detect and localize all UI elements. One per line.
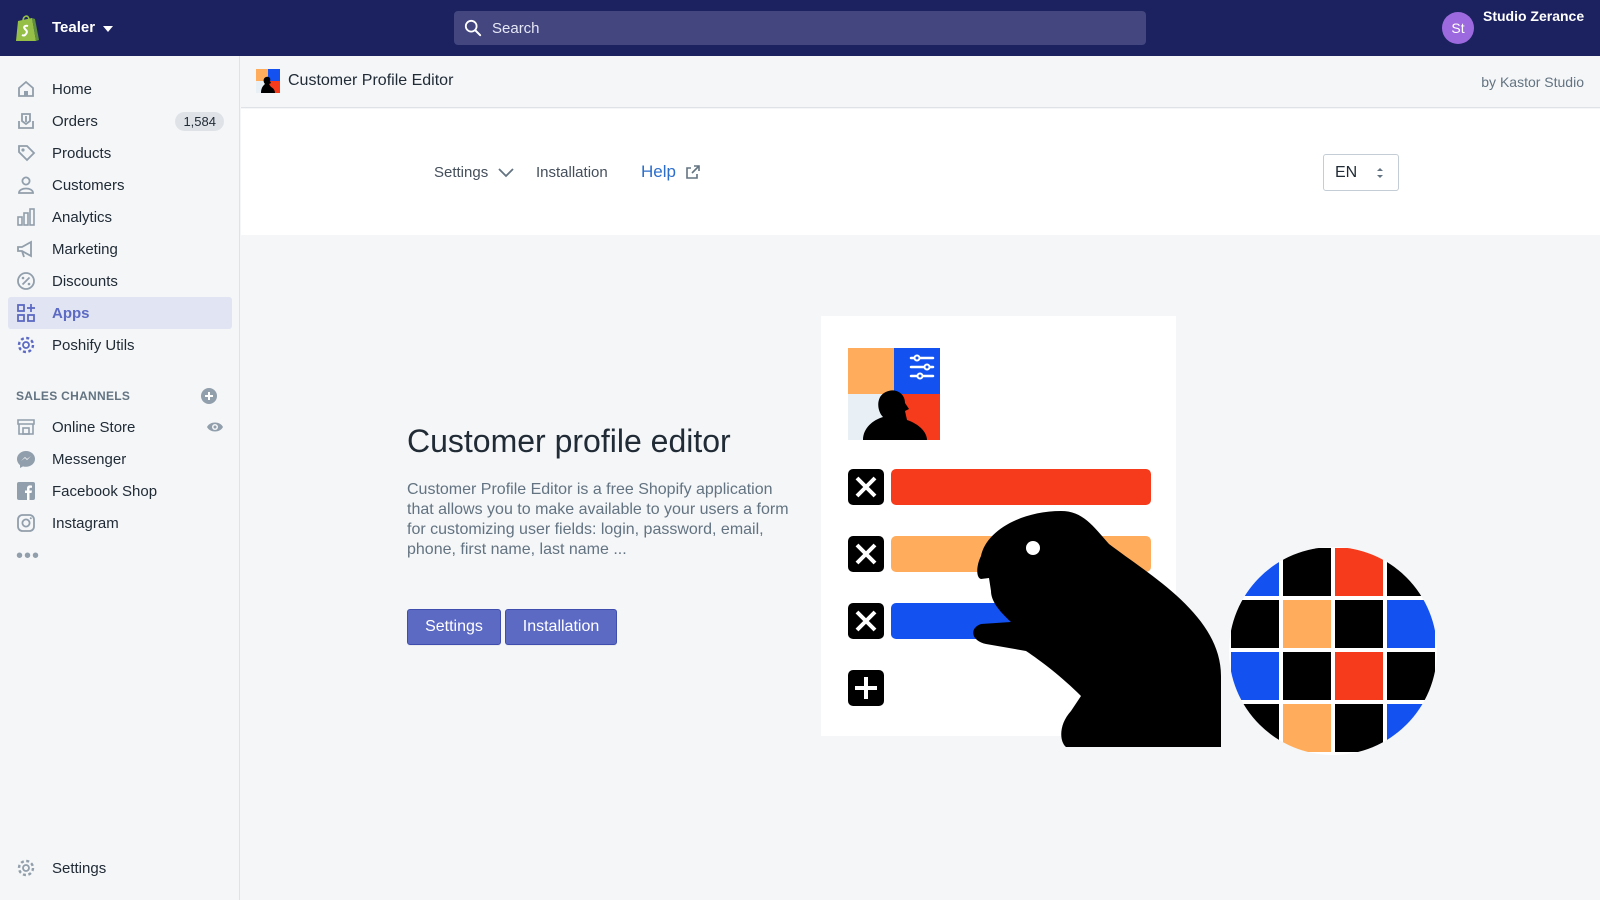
store-name: Tealer	[52, 19, 96, 36]
external-link-icon	[686, 165, 700, 179]
sidebar-item-analytics[interactable]: Analytics	[8, 201, 232, 233]
sidebar-item-instagram[interactable]: Instagram	[8, 507, 232, 539]
more-channels-icon[interactable]: •••	[16, 545, 40, 568]
sidebar-item-label: Products	[52, 145, 112, 162]
orders-count-badge: 1,584	[175, 112, 224, 131]
sidebar-item-products[interactable]: Products	[8, 137, 232, 169]
sidebar-item-label: Instagram	[52, 515, 119, 532]
select-arrows-icon	[1377, 168, 1383, 178]
sidebar-item-label: Apps	[52, 305, 90, 322]
sidebar-item-facebook-shop[interactable]: Facebook Shop	[8, 475, 232, 507]
app-author: by Kastor Studio	[1481, 74, 1584, 90]
hero-description: Customer Profile Editor is a free Shopif…	[407, 481, 789, 558]
sidebar-item-home[interactable]: Home	[8, 73, 232, 105]
app-title: Customer Profile Editor	[288, 72, 454, 89]
store-icon	[17, 419, 35, 435]
gear-icon	[17, 336, 35, 354]
sidebar-item-label: Facebook Shop	[52, 483, 158, 500]
app-header: Customer Profile Editor by Kastor Studio	[241, 56, 1600, 108]
sidebar-item-poshify-utils[interactable]: Poshify Utils	[8, 329, 232, 361]
avatar[interactable]: St	[1442, 12, 1474, 44]
sidebar-item-online-store[interactable]: Online Store	[8, 411, 232, 443]
settings-button[interactable]: Settings	[407, 609, 501, 645]
facebook-icon	[17, 482, 35, 500]
sidebar-item-discounts[interactable]: Discounts	[8, 265, 232, 297]
apps-icon	[17, 304, 35, 322]
eye-icon[interactable]	[206, 418, 224, 436]
sidebar-item-orders[interactable]: Orders 1,584	[8, 105, 232, 137]
sidebar-item-label: Discounts	[52, 273, 118, 290]
sidebar-item-marketing[interactable]: Marketing	[8, 233, 232, 265]
sidebar-item-label: Messenger	[52, 451, 127, 468]
caret-down-icon	[103, 25, 114, 32]
installation-button[interactable]: Installation	[505, 609, 617, 645]
sidebar-item-apps[interactable]: Apps	[8, 297, 232, 329]
sidebar-item-label: Customers	[52, 177, 125, 194]
tab-settings[interactable]: Settings	[434, 164, 514, 181]
sales-channels-title: SALES CHANNELS	[16, 389, 131, 403]
beaver-icon	[973, 511, 1221, 747]
sidebar-item-label: Settings	[52, 860, 107, 877]
store-switcher[interactable]: Tealer	[52, 19, 114, 36]
messenger-icon	[17, 451, 35, 468]
discount-icon	[17, 272, 35, 290]
sidebar-item-label: Marketing	[52, 241, 118, 258]
sidebar-item-label: Orders	[52, 113, 98, 130]
megaphone-icon	[17, 240, 32, 258]
tag-icon	[18, 145, 36, 162]
gear-icon	[17, 859, 35, 877]
sidebar-item-settings[interactable]: Settings	[8, 852, 232, 884]
shopify-logo-icon[interactable]	[14, 13, 40, 43]
top-bar: Tealer St Studio Zerance	[0, 0, 1600, 56]
app-navigation: Settings Installation Help EN	[241, 109, 1600, 235]
user-name[interactable]: Studio Zerance	[1483, 8, 1584, 24]
hero-title: Customer profile editor	[407, 423, 731, 459]
bar-chart-icon	[17, 208, 35, 226]
search-input[interactable]	[492, 19, 1112, 37]
sidebar-item-label: Online Store	[52, 419, 136, 436]
help-link[interactable]: Help	[641, 162, 700, 182]
home-icon	[18, 80, 34, 97]
sidebar-item-customers[interactable]: Customers	[8, 169, 232, 201]
beaver-tail-grid-icon	[1229, 547, 1437, 755]
help-link-label: Help	[641, 162, 676, 181]
chevron-down-icon	[498, 167, 514, 177]
sidebar: Home Orders 1,584 Products Customers Ana…	[0, 56, 240, 900]
language-select-value: EN	[1335, 163, 1358, 181]
sidebar-item-label: Home	[52, 81, 93, 98]
orders-icon	[18, 113, 34, 129]
add-channel-icon[interactable]	[200, 387, 218, 405]
search-icon	[464, 19, 482, 37]
profile-tile-icon	[848, 348, 940, 440]
sidebar-item-label: Poshify Utils	[52, 337, 135, 354]
app-logo-icon	[256, 69, 280, 93]
beaver-illustration	[848, 348, 1437, 755]
person-icon	[18, 176, 34, 194]
language-select[interactable]: EN	[1323, 154, 1399, 191]
sidebar-item-label: Analytics	[52, 209, 113, 226]
tab-settings-label: Settings	[434, 164, 489, 181]
sidebar-item-messenger[interactable]: Messenger	[8, 443, 232, 475]
tab-installation[interactable]: Installation	[536, 164, 608, 181]
instagram-icon	[17, 514, 35, 532]
search-bar[interactable]	[454, 11, 1146, 45]
